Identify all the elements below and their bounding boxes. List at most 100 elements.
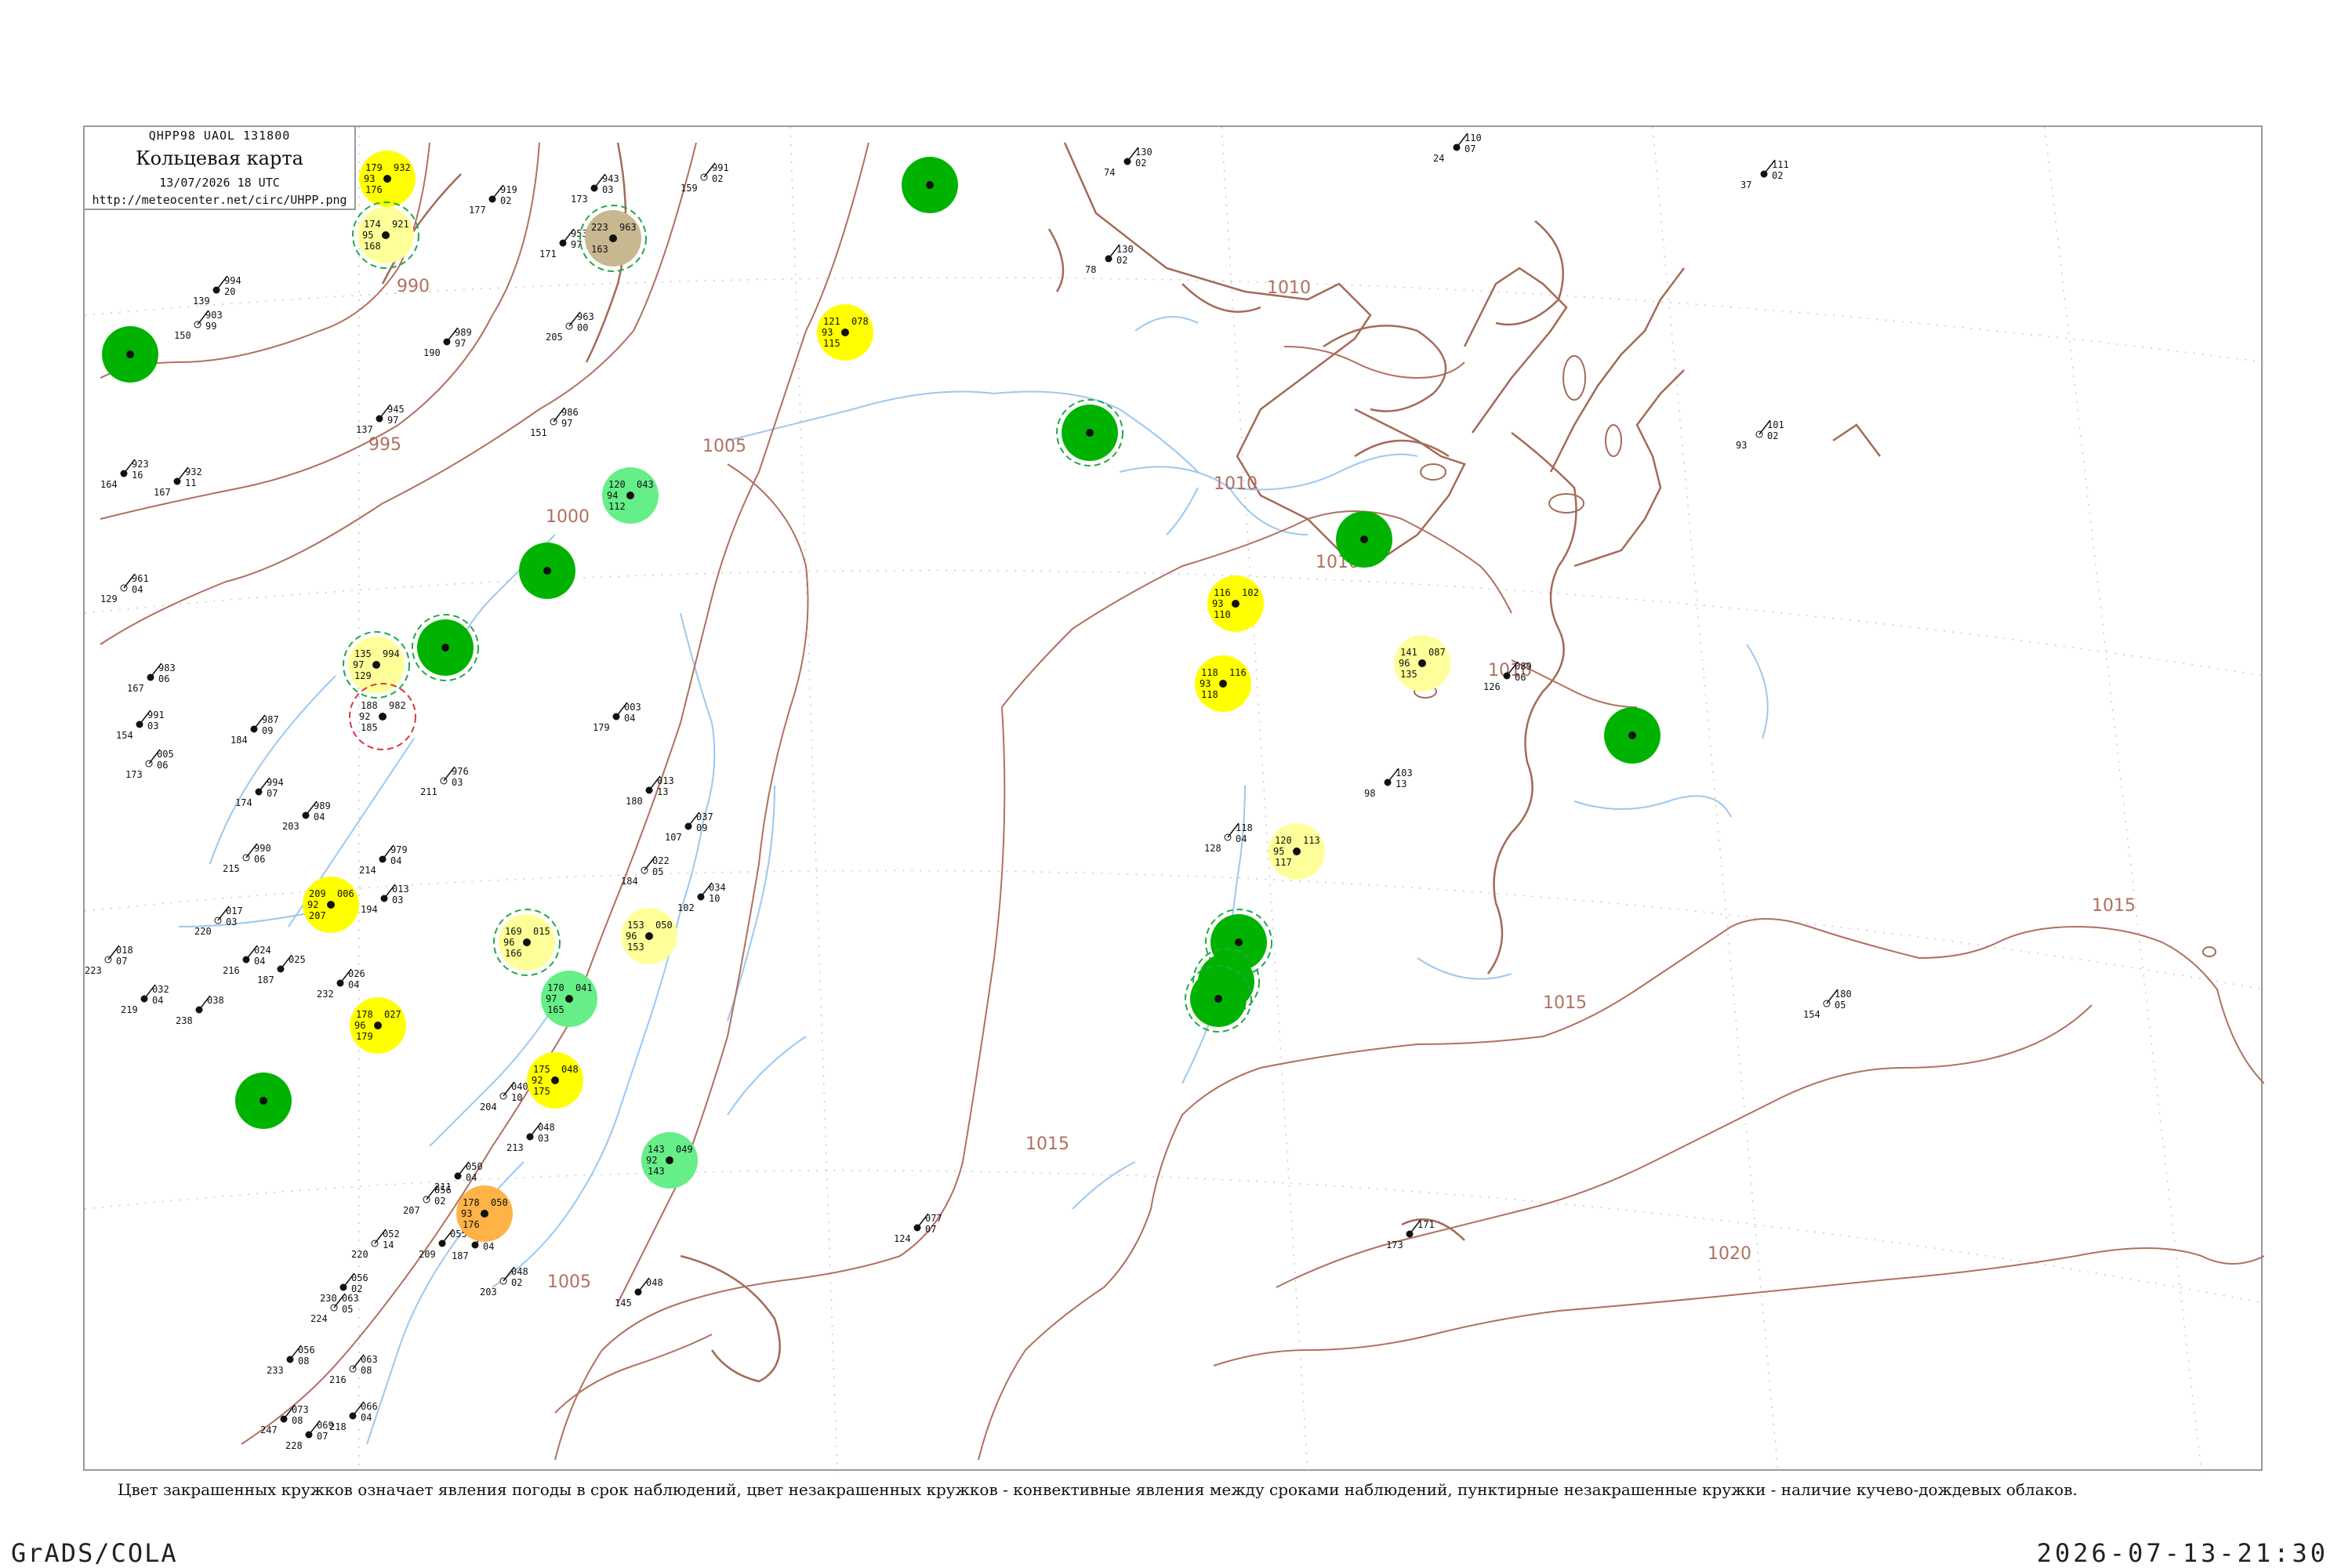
station-plot[interactable]: 13002 78 (1085, 244, 1134, 275)
station-plot[interactable]: 03204 219 (121, 984, 169, 1015)
station-plot[interactable]: 92316 164 (100, 459, 149, 490)
station-marker[interactable] (902, 157, 958, 213)
station-plot[interactable]: 04802 203 (480, 1266, 528, 1298)
station-dewpoint: 96 (503, 937, 514, 948)
station-plot[interactable]: 11007 24 (1433, 132, 1482, 164)
station-marker[interactable]: 120 113 95117 (1269, 823, 1325, 880)
station-marker[interactable] (1604, 707, 1661, 764)
station-marker[interactable]: 135 994 97129 (343, 631, 410, 699)
station-marker[interactable]: 153 050 96153 (621, 908, 677, 964)
station-plot[interactable]: 05602 207 (403, 1185, 452, 1216)
station-marker[interactable]: 223 963 163 (579, 205, 647, 272)
station-plot[interactable]: 02404 216 (223, 945, 271, 976)
station-marker[interactable]: 170 041 97165 (541, 971, 597, 1027)
station-plot[interactable]: 98904 203 (282, 800, 331, 832)
isobar-label: 1010 (1267, 278, 1311, 298)
station-marker[interactable]: 116 102 93110 (1207, 575, 1264, 632)
station-temp: 233 (267, 1365, 284, 1376)
station-temp: 121 (823, 316, 840, 327)
station-pressure: 903 (205, 310, 223, 321)
station-marker[interactable]: 179 932 93176 (359, 151, 416, 207)
station-plot[interactable]: 99103 154 (116, 710, 165, 741)
station-plot[interactable]: 05608 233 (267, 1345, 315, 1376)
station-plot[interactable]: 98709 184 (230, 714, 279, 746)
station-plot[interactable]: 038 238 (176, 995, 224, 1026)
station-visibility: 115 (823, 338, 840, 349)
station-marker[interactable]: 178 027 96179 (350, 997, 406, 1054)
station-plot[interactable]: 01313 180 (626, 775, 674, 807)
station-marker[interactable] (235, 1073, 292, 1129)
cloud-cover-icon (1235, 938, 1243, 946)
station-plot[interactable]: 06604218 (329, 1401, 378, 1432)
isobar-label: 1005 (547, 1272, 591, 1292)
station-marker[interactable]: 174 921 95168 (352, 201, 419, 269)
station-plot[interactable]: 00304 179 (593, 702, 641, 733)
cloud-cover-icon (523, 938, 531, 946)
station-plot[interactable]: 98997 190 (423, 327, 472, 358)
station-visibility: 143 (648, 1166, 665, 1177)
station-plot[interactable]: 94597 137 (356, 404, 405, 435)
station-temp: 204 (480, 1102, 497, 1112)
station-tendency: 02 (1772, 170, 1783, 181)
station-plot[interactable]: 93211 167 (154, 466, 202, 498)
station-plot[interactable]: 13002 74 (1104, 147, 1152, 178)
station-plot[interactable]: 98306 167 (127, 662, 176, 694)
station-plot[interactable]: 96300 205 (546, 311, 594, 343)
station-plot[interactable]: 11102 37 (1740, 159, 1789, 191)
station-plot[interactable]: 01303 194 (361, 884, 409, 915)
station-temp: 173 (571, 194, 588, 205)
station-marker[interactable]: 175 048 92175 (527, 1052, 583, 1109)
station-tendency: 04 (348, 979, 359, 990)
station-plot[interactable]: 06308 216 (329, 1354, 378, 1385)
station-plot[interactable]: 04010 204 (480, 1081, 528, 1112)
station-marker[interactable]: 118 116 93118 (1195, 655, 1251, 712)
map-legend: QHPP98 UAOL 131800 Кольцевая карта 13/07… (85, 127, 356, 210)
station-pressure: 994 (383, 648, 400, 659)
station-plot[interactable]: 97904 214 (359, 844, 408, 876)
station-marker[interactable]: 121 078 93115 (817, 304, 873, 361)
station-plot[interactable]: 07707 124 (894, 1213, 942, 1244)
station-pressure: 171 (1417, 1219, 1435, 1230)
station-marker[interactable] (412, 614, 479, 681)
station-marker[interactable]: 209 006 92207 (303, 877, 359, 933)
station-plot[interactable]: 90399 150 (174, 310, 223, 341)
station-plot[interactable]: 04803 213 (506, 1122, 555, 1153)
station-plot[interactable]: 11804 128 (1204, 822, 1253, 854)
station-visibility: 117 (1275, 857, 1292, 868)
station-plot[interactable]: 10102 93 (1736, 419, 1784, 451)
station-marker[interactable]: 169 015 96166 (493, 909, 561, 976)
station-plot[interactable]: 03709 107 (665, 811, 713, 843)
station-plot[interactable]: 99006 215 (223, 843, 271, 874)
station-marker[interactable] (1056, 399, 1123, 466)
station-plot[interactable]: 171 173 (1386, 1219, 1435, 1250)
station-tendency: 06 (1515, 672, 1526, 683)
station-plot[interactable]: 048 145 (615, 1277, 663, 1308)
station-plot[interactable]: 01807 223 (85, 945, 133, 976)
station-plot[interactable]: 18005 154 (1803, 989, 1852, 1020)
station-marker[interactable]: 188 982 92185 (349, 683, 416, 750)
station-marker[interactable] (519, 543, 575, 599)
station-temp: 230 (320, 1293, 337, 1304)
station-temp: 78 (1085, 264, 1096, 275)
station-marker[interactable] (1336, 511, 1392, 568)
station-dewpoint: 93 (461, 1208, 472, 1219)
station-plot[interactable]: 10313 98 (1364, 768, 1413, 799)
station-temp: 232 (317, 989, 334, 1000)
station-plot[interactable]: 07308 247 (260, 1404, 309, 1436)
station-marker[interactable]: 143 049 92143 (641, 1132, 698, 1189)
station-plot[interactable]: 00506 173 (125, 749, 174, 780)
station-plot[interactable]: 01703 220 (194, 906, 243, 937)
station-marker[interactable]: 120 043 94112 (602, 467, 659, 524)
station-marker[interactable]: 178 050 93176 (456, 1185, 513, 1242)
station-plot[interactable]: 91902 177 (469, 184, 517, 216)
station-plot[interactable]: 96104 129 (100, 573, 149, 604)
station-plot[interactable]: 05214 220 (351, 1229, 400, 1260)
station-marker[interactable] (102, 326, 158, 383)
station-pressure: 130 (1135, 147, 1152, 158)
station-plot[interactable]: 97603 211 (420, 766, 469, 797)
station-plot[interactable]: 99420 139 (193, 275, 241, 307)
map-canvas[interactable]: 990 995 1000 1005 1005 1010 1010 1010 10… (85, 127, 2264, 1472)
station-plot[interactable]: 02604 232 (317, 968, 365, 1000)
station-marker[interactable]: 141 087 96135 (1394, 635, 1450, 691)
station-plot[interactable]: 94303 173 (571, 173, 619, 205)
